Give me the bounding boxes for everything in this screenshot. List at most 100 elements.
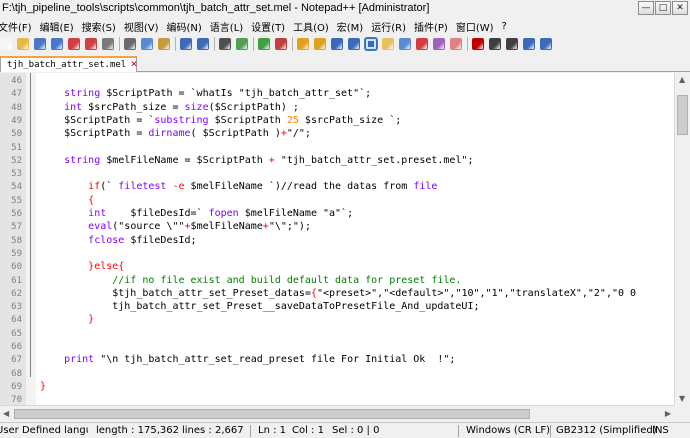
menu-item[interactable]: 窗口(W) [456,19,498,34]
menu-item[interactable]: 搜索(S) [82,19,120,34]
tab-close-icon[interactable]: ✕ [130,60,138,70]
stop-record-icon[interactable] [489,38,501,50]
horizontal-scrollbar[interactable]: ◀ ▶ [0,405,674,422]
code-token: //if no file exist and build default dat… [40,274,462,286]
open-file-icon[interactable] [17,38,29,50]
code-token: string [64,88,101,100]
record-macro-icon[interactable] [472,38,484,50]
copy-icon[interactable] [141,38,153,50]
print-icon[interactable] [102,38,114,50]
code-line[interactable]: 48 int $srcPath_size = size($ScriptPath)… [0,101,674,115]
minimize-button[interactable]: — [638,1,654,15]
save-all-icon[interactable] [51,38,63,50]
code-line[interactable]: 61 //if no file exist and build default … [0,274,674,288]
title-bar[interactable]: F:\tjh_pipeline_tools\scripts\common\tjh… [0,0,690,18]
menu-item[interactable]: ? [502,21,511,32]
save-macro-icon[interactable] [540,38,552,50]
word-wrap-icon[interactable] [331,38,343,50]
menu-item[interactable]: 编辑(E) [40,19,78,34]
code-token: $melFileName `)//read the datas from [184,181,414,193]
code-line[interactable]: 50 $ScriptPath = dirname( $ScriptPath )+… [0,127,674,141]
code-line[interactable]: 65 [0,327,674,341]
code-line[interactable]: 57 eval("source \""+$melFileName+"\";"); [0,220,674,234]
line-number: 57 [11,222,22,233]
menu-item[interactable]: 编码(N) [167,19,206,34]
menu-item[interactable]: 设置(T) [251,19,289,34]
new-file-icon[interactable] [0,38,12,50]
replace-icon[interactable] [236,38,248,50]
doc-map-icon[interactable] [399,38,411,50]
vertical-scroll-thumb[interactable] [677,95,688,135]
code-editor[interactable]: 46 47 string $ScriptPath = `whatIs "tjh_b… [0,73,674,405]
cut-icon[interactable] [124,38,136,50]
close-all-icon[interactable] [85,38,97,50]
code-token: string [64,154,101,166]
code-line[interactable]: 64 } [0,313,674,327]
code-line[interactable]: 63 tjh_batch_attr_set_Preset__saveDataTo… [0,300,674,314]
code-line[interactable]: 49 $ScriptPath = `substring $ScriptPath … [0,114,674,128]
code-line[interactable]: 55 { [0,194,674,208]
show-all-chars-icon[interactable] [348,38,360,50]
code-token: print [64,354,95,366]
menu-item[interactable]: 宏(M) [337,19,367,34]
undo-icon[interactable] [180,38,192,50]
code-line[interactable]: 56 int $fileDesId=` fopen $melFileName "… [0,207,674,221]
zoom-out-icon[interactable] [275,38,287,50]
menu-item[interactable]: 语言(L) [210,19,247,34]
folder-workspace-icon[interactable] [433,38,445,50]
code-line[interactable]: 51 [0,141,674,155]
scroll-left-icon[interactable]: ◀ [3,409,9,418]
maximize-button[interactable]: □ [655,1,671,15]
horizontal-scroll-thumb[interactable] [14,409,530,419]
code-line[interactable]: 47 string $ScriptPath = `whatIs "tjh_bat… [0,87,674,101]
code-line[interactable]: 54 if(` filetest -e $melFileName `)//rea… [0,180,674,194]
code-token: $fileDesId=` [106,208,209,219]
window-title: F:\tjh_pipeline_tools\scripts\common\tjh… [2,2,430,14]
code-line[interactable]: 68 [0,367,674,381]
sync-horizontal-icon[interactable] [314,38,326,50]
monitoring-icon[interactable] [450,38,462,50]
tab-active-file[interactable]: tjh_batch_attr_set.mel ✕ [0,56,138,72]
menu-item[interactable]: 视图(V) [124,19,163,34]
code-line[interactable]: 62 $tjh_batch_attr_set_Preset_datas={"<p… [0,287,674,301]
indent-guide-icon[interactable] [364,37,378,51]
menu-item[interactable]: 插件(P) [414,19,452,34]
code-token: ($ScriptPath) ; [208,101,299,113]
status-mode: INS [652,425,669,436]
close-window-button[interactable]: ✕ [672,1,688,15]
code-line[interactable]: 66 [0,340,674,354]
code-line[interactable]: 69} [0,380,674,394]
code-line[interactable]: 53 [0,167,674,181]
playback-icon[interactable] [506,38,518,50]
code-text: $tjh_batch_attr_set_Preset_datas={"<pres… [40,287,636,301]
menu-item[interactable]: 工具(O) [293,19,333,34]
scroll-down-icon[interactable]: ▼ [679,394,685,403]
code-line[interactable]: 59 [0,247,674,261]
code-line[interactable]: 52 string $melFileName = $ScriptPath + "… [0,154,674,168]
sync-vertical-icon[interactable] [297,38,309,50]
menu-item[interactable]: 运行(R) [371,19,410,34]
code-line[interactable]: 60 }else{ [0,260,674,274]
paste-icon[interactable] [158,38,170,50]
menu-item[interactable]: 文件(F) [0,19,36,34]
close-icon[interactable] [68,38,80,50]
code-line[interactable]: 46 [0,74,674,88]
code-line[interactable]: 58 fclose $fileDesId; [0,234,674,248]
run-macro-multiple-icon[interactable] [523,38,535,50]
vertical-scrollbar[interactable]: ▲ ▼ [674,73,690,405]
code-token: } [88,314,95,326]
udl-panel-icon[interactable] [382,38,394,50]
scroll-up-icon[interactable]: ▲ [679,75,685,84]
find-icon[interactable] [219,38,231,50]
save-icon[interactable] [34,38,46,50]
code-token: int [88,208,107,219]
redo-icon[interactable] [197,38,209,50]
scroll-right-icon[interactable]: ▶ [665,409,671,418]
code-token: } [40,380,47,392]
code-line[interactable]: 67 print "\n tjh_batch_attr_set_read_pre… [0,353,674,367]
function-list-icon[interactable] [416,38,428,50]
code-line[interactable]: 70 [0,393,674,405]
zoom-in-icon[interactable] [258,38,270,50]
